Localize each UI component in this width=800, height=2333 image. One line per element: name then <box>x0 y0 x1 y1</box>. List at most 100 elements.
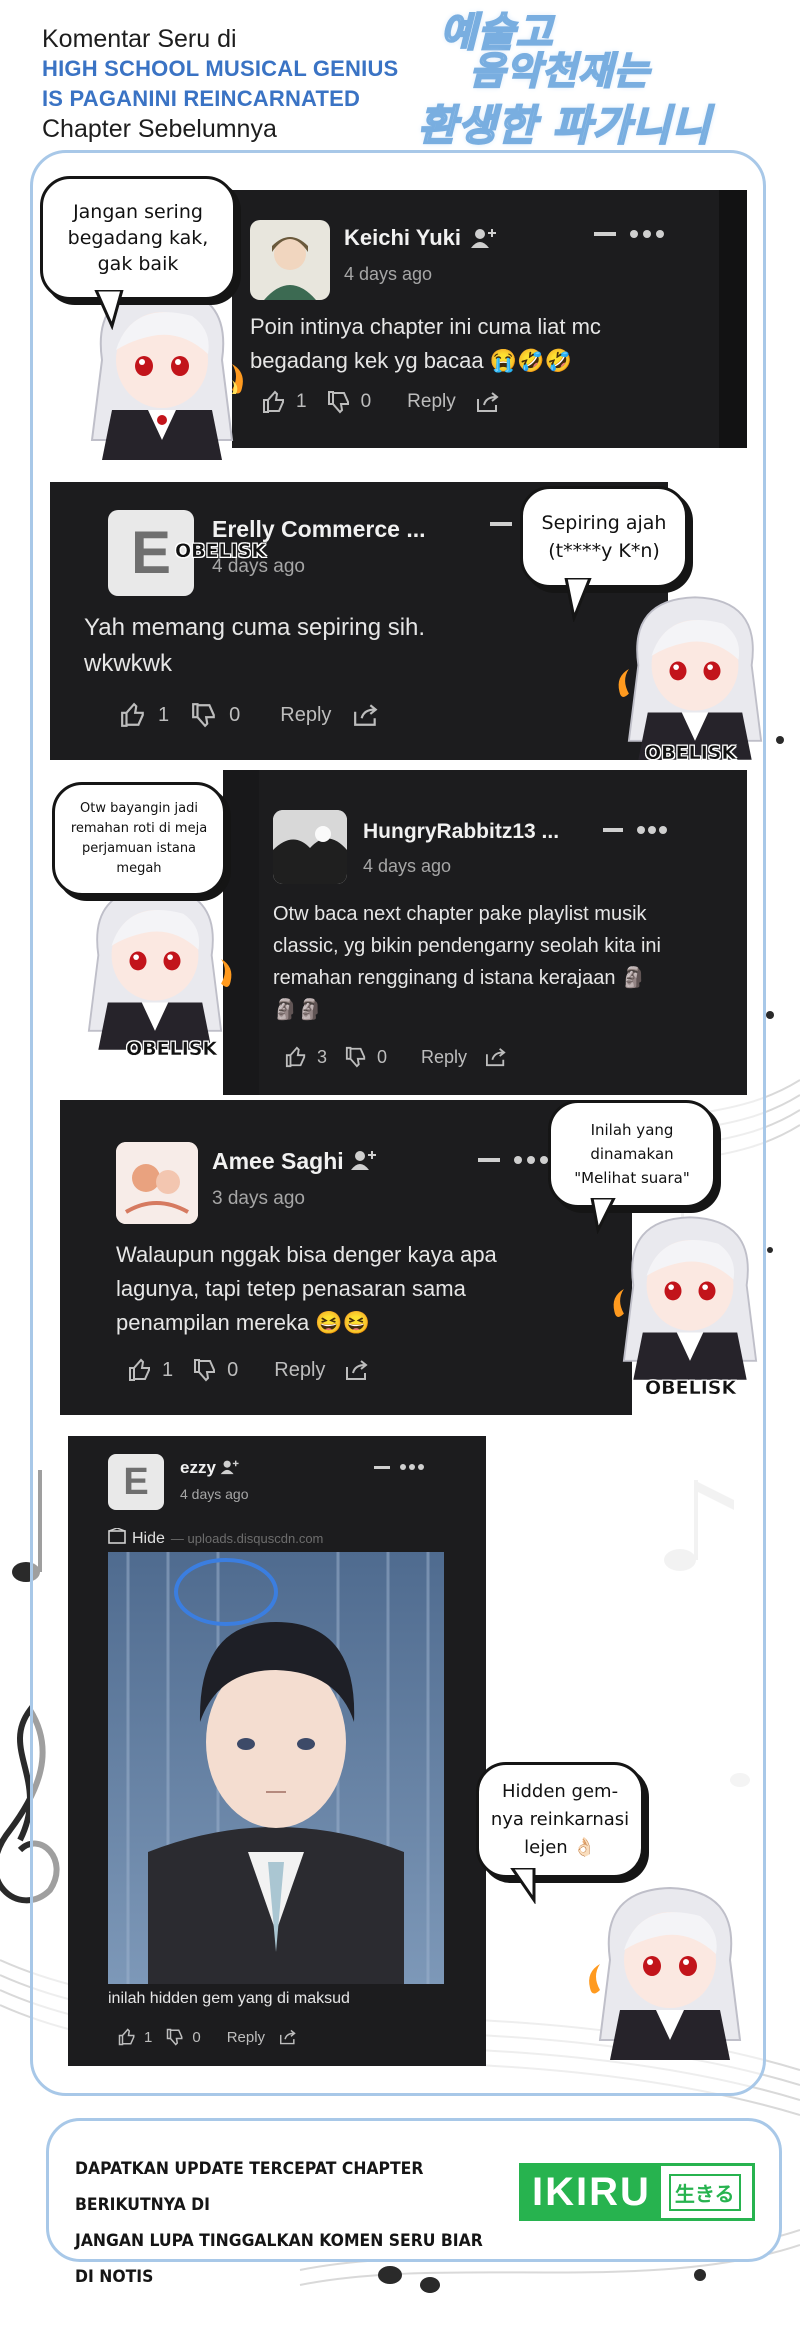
username[interactable]: Erelly Commerce ... <box>212 516 426 543</box>
upvote-button[interactable]: 1 <box>120 702 169 728</box>
reply-button[interactable]: Reply <box>227 2029 265 2046</box>
chibi-character-2 <box>618 596 763 760</box>
follow-user-icon[interactable] <box>350 1148 378 1172</box>
comment-body-line: Poin intinya chapter ini cuma liat mc <box>250 314 601 339</box>
footer-text: DAPATKAN UPDATE TERCEPAT CHAPTER BERIKUT… <box>75 2151 498 2295</box>
more-options-icon[interactable] <box>400 1464 424 1470</box>
thumbs-down-icon <box>345 1046 367 1068</box>
collapse-icon[interactable] <box>603 828 623 832</box>
username[interactable]: ezzy <box>180 1458 216 1478</box>
footer-banner: DAPATKAN UPDATE TERCEPAT CHAPTER BERIKUT… <box>46 2118 782 2287</box>
avatar[interactable] <box>273 810 347 884</box>
more-options-icon[interactable] <box>630 230 664 238</box>
upvote-count: 1 <box>144 2028 153 2046</box>
thumbs-down-icon <box>193 1358 217 1382</box>
comment-body-line: 🗿🗿 <box>273 999 323 1021</box>
bubble-text: (t****y K*n) <box>548 540 660 562</box>
share-icon[interactable] <box>279 2029 297 2045</box>
speech-bubble-1: Jangan sering begadang kak, gak baik <box>40 176 236 300</box>
more-options-icon[interactable] <box>514 1156 548 1164</box>
bubble-text: gak baik <box>97 253 179 275</box>
share-icon[interactable] <box>353 703 379 727</box>
header-title-line1: HIGH SCHOOL MUSICAL GENIUS <box>42 56 399 81</box>
downvote-button[interactable]: 0 <box>327 390 371 414</box>
comment-time: 3 days ago <box>212 1188 305 1209</box>
collapse-icon[interactable] <box>478 1158 500 1162</box>
follow-user-icon[interactable] <box>220 1458 240 1476</box>
upvote-count: 1 <box>158 703 170 726</box>
bubble-text: Sepiring ajah <box>541 512 667 534</box>
thumbs-up-icon <box>118 2028 136 2046</box>
thumbs-up-icon <box>120 702 146 728</box>
upvote-button[interactable]: 1 <box>262 390 307 414</box>
comment-menu <box>594 230 664 238</box>
comment-actions: 1 0 Reply <box>262 390 500 414</box>
comment-body: Poin intinya chapter ini cuma liat mc be… <box>250 310 601 378</box>
downvote-count: 0 <box>377 1046 388 1067</box>
bubble-text: dinamakan <box>590 1145 674 1163</box>
thumbs-down-icon <box>166 2028 184 2046</box>
comment-actions: 1 0 Reply <box>118 2028 297 2046</box>
avatar-letter: E <box>123 1461 149 1503</box>
share-icon[interactable] <box>345 1359 369 1381</box>
comment-body: Yah memang cuma sepiring sih. wkwkwk <box>84 610 425 682</box>
more-options-icon[interactable] <box>637 826 667 834</box>
korean-title-line3: 환생한 파가니니 <box>417 100 712 151</box>
username[interactable]: HungryRabbitz13 ... <box>363 820 559 844</box>
thumbs-down-icon <box>191 702 217 728</box>
header-title-line2: IS PAGANINI REINCARNATED <box>42 86 361 111</box>
chibi-character-4 <box>613 1216 758 1380</box>
upvote-count: 1 <box>162 1358 174 1381</box>
comment-body-line: Otw baca next chapter pake playlist musi… <box>273 903 647 925</box>
brand-name: IKIRU <box>522 2166 661 2218</box>
collapse-icon[interactable] <box>374 1465 390 1469</box>
thumbs-down-icon <box>327 390 351 414</box>
collapse-icon[interactable] <box>594 232 616 236</box>
bubble-tail <box>94 290 124 330</box>
downvote-button[interactable]: 0 <box>191 702 240 728</box>
share-icon[interactable] <box>476 391 500 413</box>
comment-body-line: lagunya, tapi tetep penasaran sama <box>116 1276 466 1301</box>
attached-image[interactable] <box>108 1552 444 1984</box>
speech-bubble-4: Inilah yang dinamakan "Melihat suara" <box>548 1100 716 1208</box>
reply-button[interactable]: Reply <box>421 1047 467 1068</box>
downvote-button[interactable]: 0 <box>345 1046 387 1068</box>
upvote-button[interactable]: 1 <box>128 1358 173 1382</box>
comment-body-line: classic, yg bikin pendengarny seolah kit… <box>273 935 661 957</box>
bubble-text: Otw bayangin jadi <box>80 801 198 816</box>
comment-body: Otw baca next chapter pake playlist musi… <box>273 898 661 1026</box>
avatar[interactable]: E <box>108 1454 164 1510</box>
upvote-button[interactable]: 1 <box>118 2028 152 2046</box>
reply-button[interactable]: Reply <box>407 391 456 413</box>
image-caption: inilah hidden gem yang di maksud <box>108 1990 350 2007</box>
bubble-tail <box>510 1868 536 1904</box>
avatar[interactable] <box>116 1142 198 1224</box>
ikiru-logo[interactable]: IKIRU 生きる <box>519 2163 755 2221</box>
hide-label: Hide <box>132 1529 165 1547</box>
brand-kana: 生きる <box>668 2173 741 2211</box>
comment-menu <box>478 1156 548 1164</box>
reply-button[interactable]: Reply <box>274 1359 325 1382</box>
username[interactable]: Amee Saghi <box>212 1148 344 1175</box>
avatar[interactable] <box>250 220 330 300</box>
speech-bubble-2: Sepiring ajah (t****y K*n) <box>520 486 688 588</box>
bubble-text: megah <box>116 861 162 876</box>
upvote-count: 1 <box>296 391 307 412</box>
follow-user-icon[interactable] <box>470 226 498 250</box>
thumbs-up-icon <box>262 390 286 414</box>
hide-image-toggle[interactable]: Hide — uploads.disquscdn.com <box>108 1527 323 1549</box>
share-icon[interactable] <box>485 1047 507 1067</box>
bubble-text: lejen 👌🏻 <box>524 1837 596 1858</box>
username[interactable]: Keichi Yuki <box>344 225 461 251</box>
thumbs-up-icon <box>128 1358 152 1382</box>
thumbs-up-icon <box>285 1046 307 1068</box>
korean-title-line2: 음악천재는 <box>469 47 650 94</box>
reply-button[interactable]: Reply <box>280 704 331 727</box>
downvote-button[interactable]: 0 <box>193 1358 238 1382</box>
bubble-text: begadang kak, <box>67 227 209 249</box>
collapse-icon[interactable] <box>490 522 512 526</box>
upvote-button[interactable]: 3 <box>285 1046 327 1068</box>
comment-card-hungryrabbitz13: HungryRabbitz13 ... 4 days ago Otw baca … <box>223 770 747 1095</box>
downvote-count: 0 <box>192 2028 201 2046</box>
downvote-button[interactable]: 0 <box>166 2028 201 2046</box>
